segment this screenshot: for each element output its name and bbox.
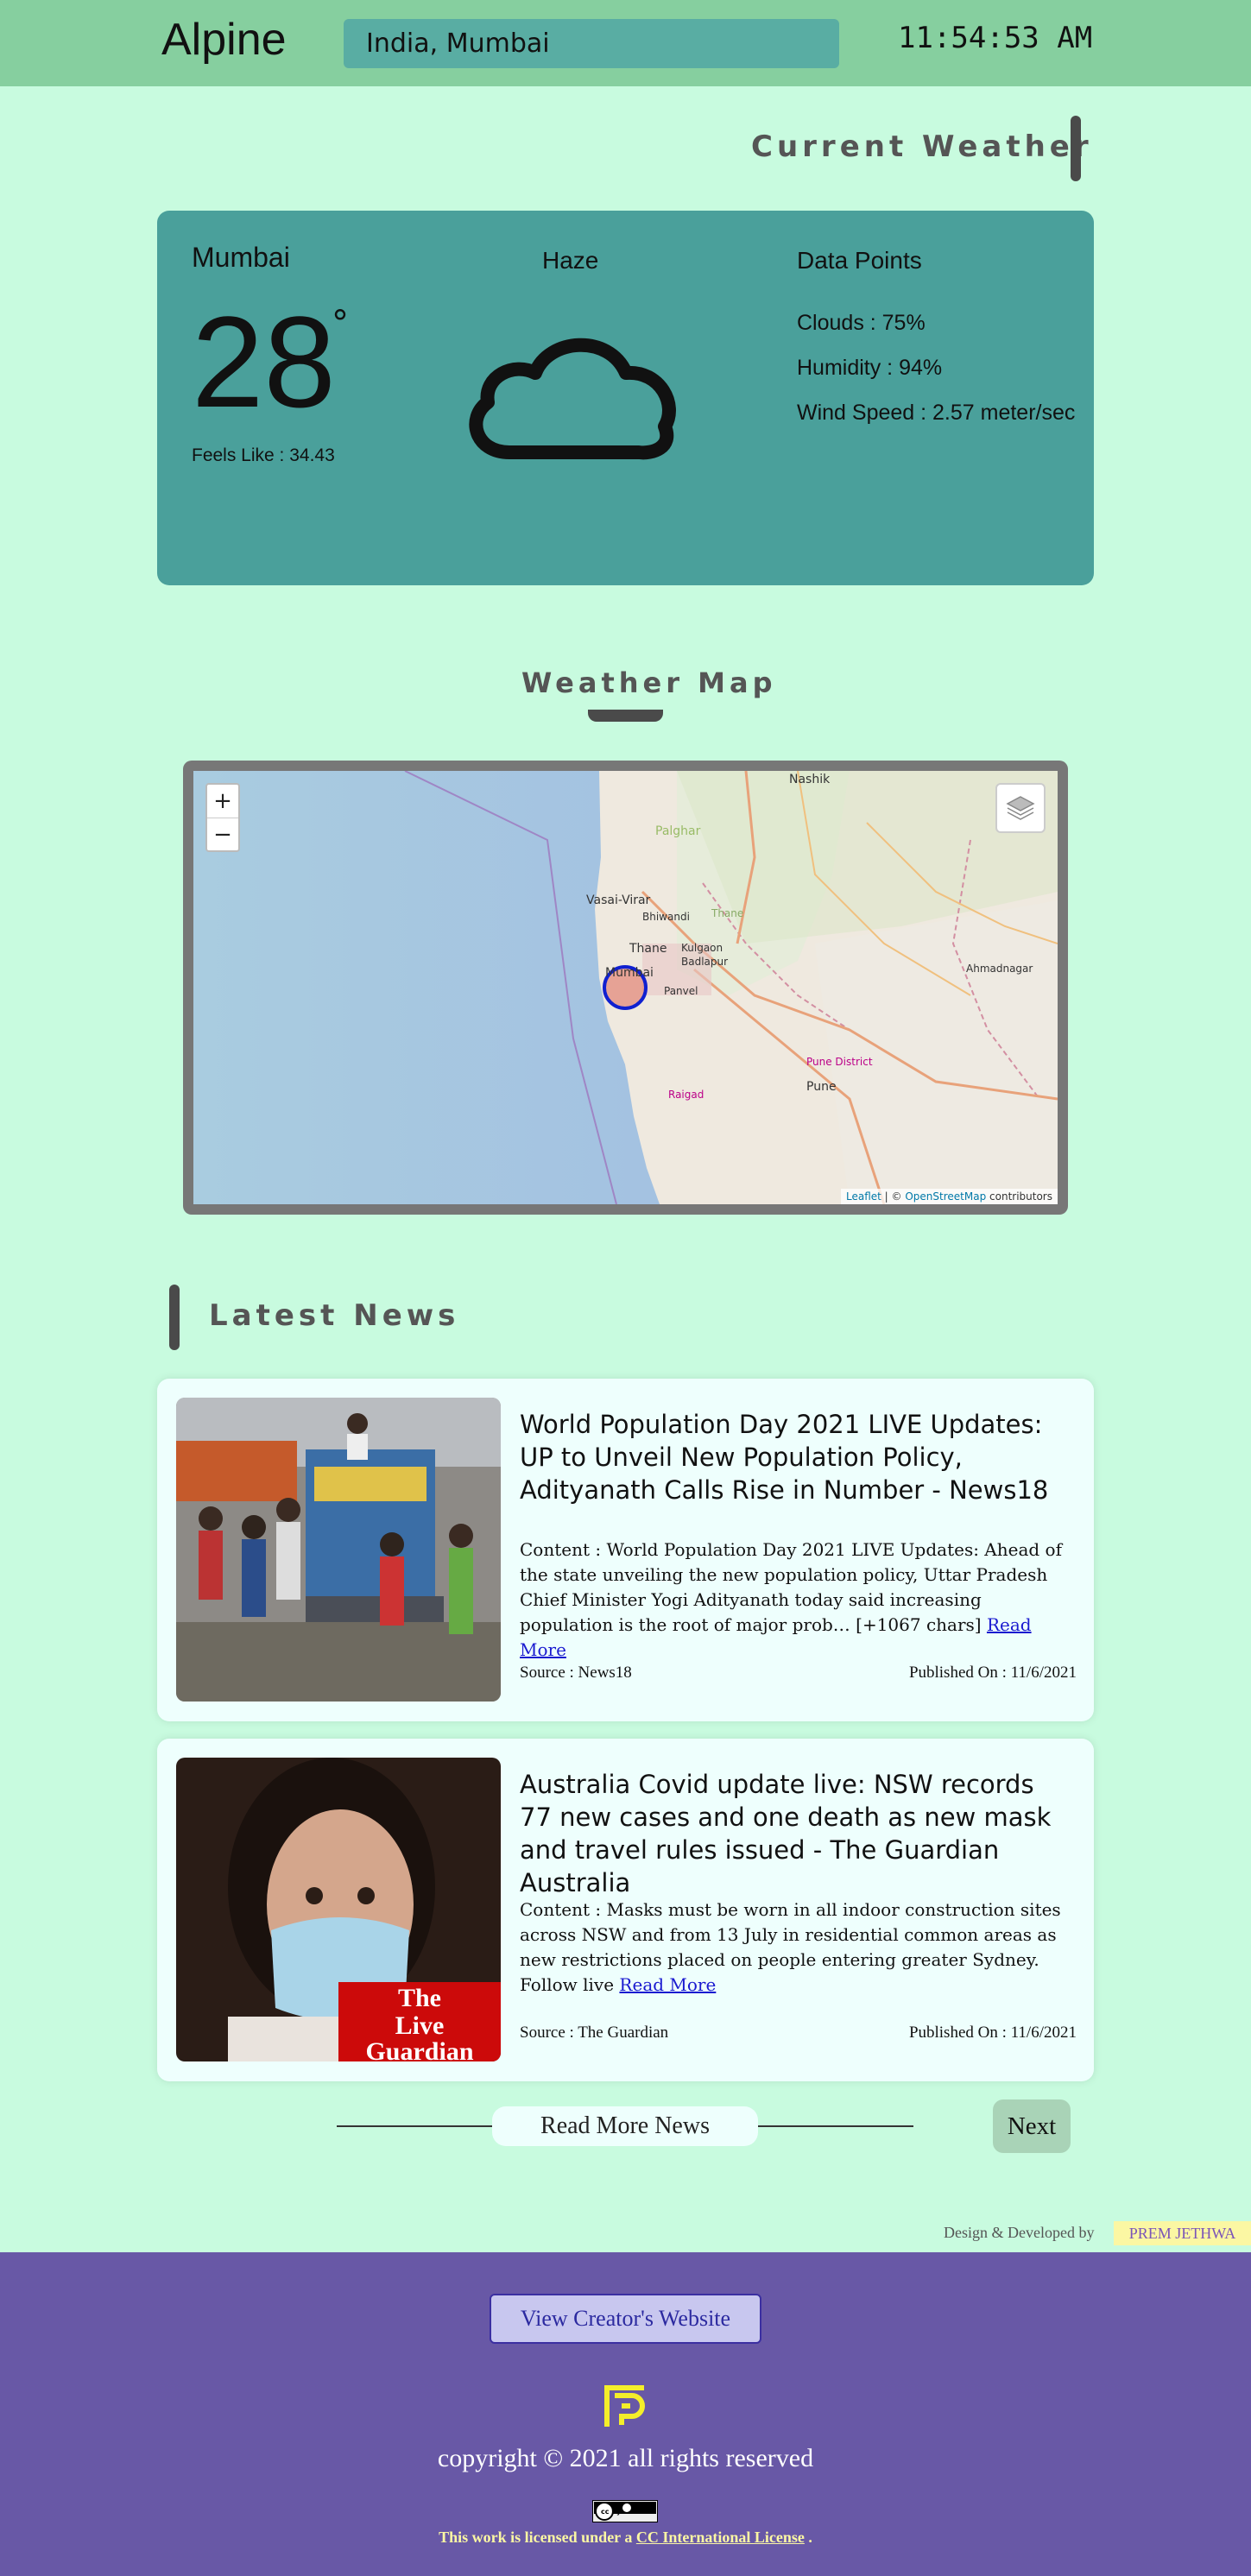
divider-line	[758, 2125, 913, 2127]
heading-accent-bar	[1071, 116, 1081, 181]
news-source: Source : The Guardian	[520, 2024, 669, 2042]
map-tiles	[193, 771, 1058, 1204]
next-button[interactable]: Next	[993, 2099, 1071, 2153]
news-card: The Live Guardian Australia Covid update…	[157, 1739, 1094, 2081]
map-label: Mumbai	[605, 966, 654, 980]
current-weather-heading: Current Weather	[751, 129, 1093, 164]
cloud-icon	[458, 323, 682, 473]
zoom-control: + −	[205, 783, 240, 852]
layers-button[interactable]	[995, 783, 1046, 833]
map-label: Palghar	[655, 824, 701, 838]
clock: 11:54:53 AM	[898, 21, 1093, 55]
map-label: Nashik	[789, 773, 831, 786]
layers-icon	[1006, 796, 1035, 820]
news-title[interactable]: World Population Day 2021 LIVE Updates: …	[520, 1408, 1064, 1506]
news-image[interactable]	[176, 1398, 501, 1702]
news-date: Published On : 11/6/2021	[908, 2024, 1077, 2042]
map-label: Panvel	[664, 985, 698, 997]
news-image[interactable]: The Live Guardian	[176, 1758, 501, 2061]
map-attribution: Leaflet | © OpenStreetMap contributors	[841, 1189, 1058, 1204]
license-prefix: This work is licensed under a	[439, 2529, 636, 2546]
divider-line	[337, 2125, 492, 2127]
guardian-logo-line2: Live Guardian	[365, 2011, 474, 2062]
news-card: World Population Day 2021 LIVE Updates: …	[157, 1379, 1094, 1721]
map-label: Pune	[806, 1080, 837, 1094]
wind-speed-value: Wind Speed : 2.57 meter/sec	[797, 401, 1076, 425]
attribution-tail: contributors	[986, 1190, 1052, 1203]
map-label: Kulgaon	[681, 942, 723, 954]
header: Alpine India, Mumbai 11:54:53 AM	[0, 0, 1251, 86]
map-label: Thane	[711, 907, 744, 919]
cc-badge-text: cc by	[601, 2508, 622, 2516]
zoom-in-button[interactable]: +	[207, 785, 238, 818]
news-date: Published On : 11/6/2021	[908, 1664, 1077, 1682]
guardian-logo: The Live Guardian	[338, 1982, 501, 2061]
zoom-out-button[interactable]: −	[207, 818, 238, 850]
weather-map-heading: Weather Map	[521, 666, 777, 699]
degree-symbol: °	[332, 304, 349, 344]
weather-condition: Haze	[542, 247, 599, 274]
credit-text: Design & Developed by	[944, 2224, 1095, 2241]
osm-link[interactable]: OpenStreetMap	[905, 1190, 986, 1203]
view-creator-website-button[interactable]: View Creator's Website	[490, 2294, 761, 2344]
footer: View Creator's Website copyright © 2021 …	[0, 2252, 1251, 2576]
cc-license-badge-icon[interactable]: cc by	[592, 2500, 658, 2526]
map-label: Ahmadnagar	[966, 963, 1033, 975]
license-suffix: .	[804, 2529, 812, 2546]
news-photo-crowd	[176, 1398, 501, 1702]
humidity-value: Humidity : 94%	[797, 356, 943, 380]
latest-news-heading: Latest News	[209, 1298, 460, 1333]
city-name: Mumbai	[192, 242, 290, 273]
data-points-title: Data Points	[797, 247, 922, 274]
temperature: 28	[192, 289, 336, 434]
news-content: Content : World Population Day 2021 LIVE…	[520, 1537, 1064, 1663]
heading-accent-bar	[588, 710, 663, 722]
map-frame: Nashik Palghar Vasai-Virar Bhiwandi Than…	[183, 761, 1068, 1215]
license-text: This work is licensed under a CC Interna…	[0, 2529, 1251, 2547]
clouds-value: Clouds : 75%	[797, 311, 926, 335]
location-search-input[interactable]: India, Mumbai	[344, 19, 839, 68]
read-more-link[interactable]: Read More	[619, 1974, 716, 1995]
attribution-separator: | ©	[881, 1190, 906, 1203]
news-content-text: Content : Masks must be worn in all indo…	[520, 1899, 1061, 1995]
copyright-text: copyright © 2021 all rights reserved	[437, 2444, 814, 2472]
guardian-logo-line1: The	[397, 1984, 441, 2012]
map-label: Thane	[629, 942, 667, 956]
app-logo[interactable]: Alpine	[161, 14, 287, 66]
license-link[interactable]: CC International License	[636, 2529, 805, 2546]
map-label: Bhiwandi	[642, 911, 690, 923]
news-content: Content : Masks must be worn in all indo…	[520, 1897, 1064, 1998]
p-logo-icon	[601, 2382, 649, 2434]
map-label: Vasai-Virar	[586, 893, 651, 907]
map-label: Pune District	[806, 1056, 873, 1068]
weather-map[interactable]: Nashik Palghar Vasai-Virar Bhiwandi Than…	[193, 771, 1058, 1204]
weather-card: Mumbai 28 ° Feels Like : 34.43 Haze Data…	[157, 211, 1094, 585]
leaflet-link[interactable]: Leaflet	[846, 1190, 881, 1203]
map-label: Badlapur	[681, 956, 729, 968]
news-source: Source : News18	[520, 1664, 632, 1682]
developer-name[interactable]: PREM JETHWA	[1114, 2221, 1251, 2245]
feels-like: Feels Like : 34.43	[192, 445, 335, 465]
news-title[interactable]: Australia Covid update live: NSW records…	[520, 1768, 1064, 1899]
news-content-text: Content : World Population Day 2021 LIVE…	[520, 1539, 1062, 1635]
heading-accent-bar	[169, 1285, 180, 1350]
map-label: Raigad	[668, 1089, 704, 1101]
read-more-news-button[interactable]: Read More News	[492, 2106, 758, 2146]
